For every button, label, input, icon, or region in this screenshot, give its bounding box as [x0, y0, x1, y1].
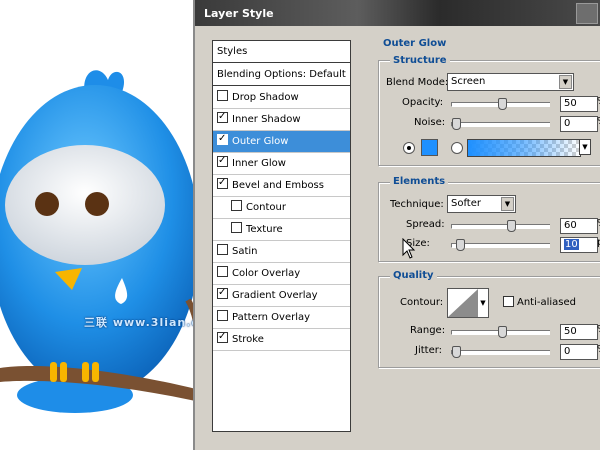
style-item-bevel-and-emboss[interactable]: Bevel and Emboss [213, 175, 350, 197]
style-item-label: Inner Shadow [232, 114, 301, 125]
opacity-field[interactable]: 50 [560, 96, 598, 112]
size-slider-thumb[interactable] [456, 239, 465, 251]
style-checkbox-drop-shadow[interactable] [217, 90, 228, 101]
jitter-slider[interactable] [451, 346, 550, 358]
structure-title: Structure [390, 55, 450, 66]
spread-label: Spread: [406, 219, 445, 230]
style-item-drop-shadow[interactable]: Drop Shadow [213, 87, 350, 109]
gradient-radio[interactable] [451, 142, 463, 154]
style-checkbox-texture[interactable] [231, 222, 242, 233]
style-item-label: Bevel and Emboss [232, 180, 324, 191]
styles-header[interactable]: Styles [213, 41, 350, 63]
noise-value: 0 [564, 118, 571, 129]
style-item-label: Satin [232, 246, 258, 257]
chevron-down-icon: ▼ [559, 75, 572, 89]
technique-label: Technique: [390, 199, 444, 210]
style-item-label: Outer Glow [232, 136, 289, 147]
blend-mode-label: Blend Mode: [386, 77, 449, 88]
blend-mode-value: Screen [451, 76, 486, 87]
style-checkbox-inner-shadow[interactable] [217, 112, 228, 123]
style-item-stroke[interactable]: Stroke [213, 329, 350, 351]
anti-aliased-label: Anti-aliased [517, 297, 577, 308]
size-value: 10 [564, 239, 579, 250]
style-item-gradient-overlay[interactable]: Gradient Overlay [213, 285, 350, 307]
spread-slider-thumb[interactable] [507, 220, 516, 232]
style-item-label: Inner Glow [232, 158, 286, 169]
jitter-label: Jitter: [415, 345, 443, 356]
gradient-dropdown-button[interactable]: ▼ [579, 139, 591, 155]
range-value: 50 [564, 326, 577, 337]
style-item-label: Color Overlay [232, 268, 301, 279]
chevron-down-icon[interactable]: ▼ [478, 289, 488, 317]
blend-mode-select[interactable]: Screen ▼ [447, 73, 574, 91]
glow-color-swatch[interactable] [421, 139, 438, 156]
style-item-texture[interactable]: Texture [213, 219, 350, 241]
opacity-slider[interactable] [451, 98, 550, 110]
close-button[interactable] [576, 3, 598, 24]
technique-value: Softer [451, 198, 481, 209]
blending-options-item[interactable]: Blending Options: Default [213, 64, 350, 86]
style-checkbox-bevel-and-emboss[interactable] [217, 178, 228, 189]
style-checkbox-color-overlay[interactable] [217, 266, 228, 277]
elements-title: Elements [390, 176, 449, 187]
technique-select[interactable]: Softer ▼ [447, 195, 516, 213]
range-label: Range: [410, 325, 446, 336]
style-item-label: Pattern Overlay [232, 312, 311, 323]
spread-value: 60 [564, 220, 577, 231]
range-slider[interactable] [451, 326, 550, 338]
outer-glow-title: Outer Glow [380, 38, 450, 49]
contour-curve-icon [448, 289, 478, 317]
style-checkbox-satin[interactable] [217, 244, 228, 255]
style-item-satin[interactable]: Satin [213, 241, 350, 263]
jitter-slider-thumb[interactable] [452, 346, 461, 358]
style-item-inner-shadow[interactable]: Inner Shadow [213, 109, 350, 131]
style-item-label: Contour [246, 202, 286, 213]
opacity-label: Opacity: [402, 97, 444, 108]
style-checkbox-gradient-overlay[interactable] [217, 288, 228, 299]
jitter-value: 0 [564, 346, 571, 357]
spread-field[interactable]: 60 [560, 218, 598, 234]
twitter-bird-illustration [0, 70, 200, 413]
opacity-value: 50 [564, 98, 577, 109]
size-slider[interactable] [451, 239, 550, 251]
style-item-label: Gradient Overlay [232, 290, 318, 301]
noise-slider[interactable] [451, 118, 550, 130]
style-item-color-overlay[interactable]: Color Overlay [213, 263, 350, 285]
anti-aliased-checkbox[interactable] [503, 296, 514, 307]
style-checkbox-inner-glow[interactable] [217, 156, 228, 167]
style-item-outer-glow[interactable]: Outer Glow [213, 131, 350, 153]
style-checkbox-outer-glow[interactable] [217, 134, 228, 145]
styles-header-label: Styles [217, 46, 248, 57]
opacity-slider-thumb[interactable] [498, 98, 507, 110]
mouse-cursor-icon [402, 238, 416, 259]
quality-title: Quality [390, 270, 437, 281]
style-item-pattern-overlay[interactable]: Pattern Overlay [213, 307, 350, 329]
style-item-label: Drop Shadow [232, 92, 299, 103]
size-field[interactable]: 10 [560, 237, 598, 253]
style-item-label: Texture [246, 224, 283, 235]
title-bar[interactable]: Layer Style [195, 0, 600, 26]
spread-slider[interactable] [451, 220, 550, 232]
range-field[interactable]: 50 [560, 324, 598, 340]
noise-field[interactable]: 0 [560, 116, 598, 132]
noise-slider-thumb[interactable] [452, 118, 461, 130]
style-item-label: Stroke [232, 334, 264, 345]
style-item-contour[interactable]: Contour [213, 197, 350, 219]
contour-label: Contour: [400, 297, 444, 308]
gradient-swatch[interactable] [467, 139, 581, 157]
color-radio[interactable] [403, 142, 415, 154]
noise-label: Noise: [414, 117, 446, 128]
jitter-field[interactable]: 0 [560, 344, 598, 360]
style-checkbox-contour[interactable] [231, 200, 242, 211]
chevron-down-icon: ▼ [501, 197, 514, 211]
style-checkbox-stroke[interactable] [217, 332, 228, 343]
style-item-inner-glow[interactable]: Inner Glow [213, 153, 350, 175]
styles-list: Styles Blending Options: Default Drop Sh… [212, 40, 351, 432]
range-slider-thumb[interactable] [498, 326, 507, 338]
window-title: Layer Style [204, 7, 274, 20]
contour-picker[interactable]: ▼ [447, 288, 489, 318]
chevron-down-icon: ▼ [582, 143, 588, 151]
style-checkbox-pattern-overlay[interactable] [217, 310, 228, 321]
blending-options-label: Blending Options: Default [217, 69, 346, 80]
